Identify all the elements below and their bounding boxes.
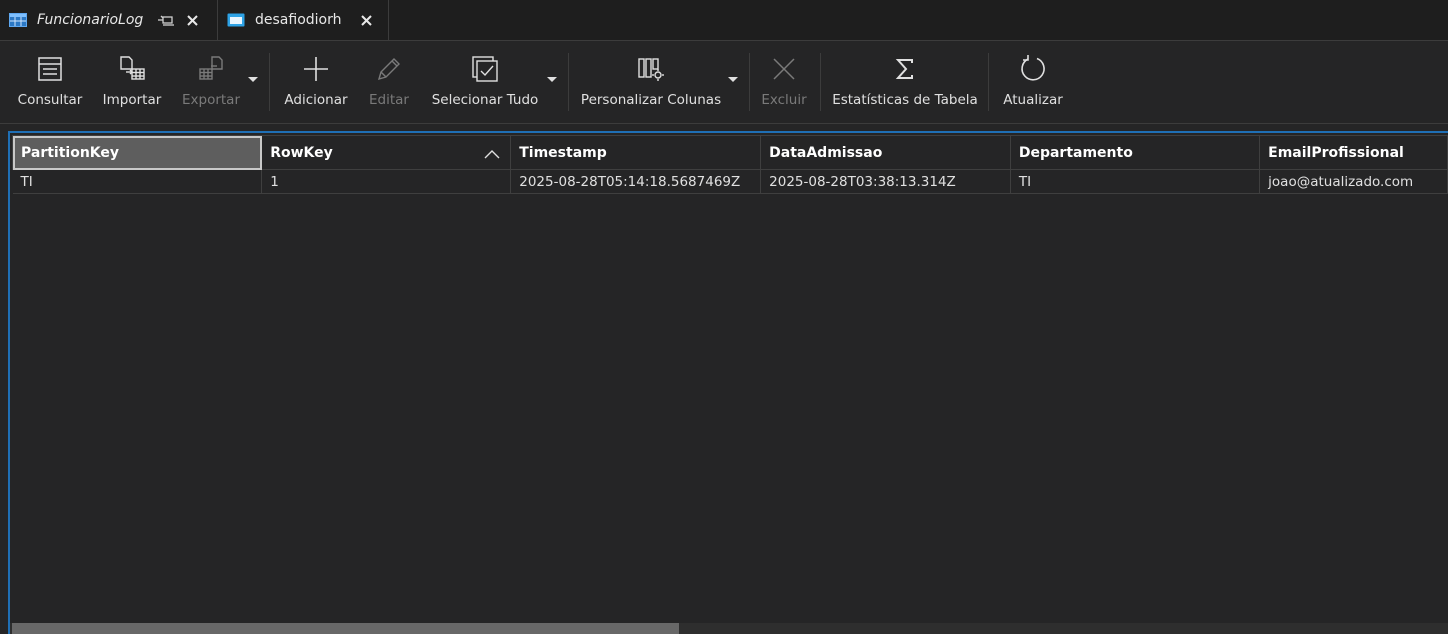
editar-button[interactable]: Editar <box>367 53 411 113</box>
horizontal-scrollbar[interactable] <box>10 623 1448 634</box>
table-cell[interactable]: 1 <box>261 169 512 194</box>
column-header-partitionkey[interactable]: PartitionKey <box>11 135 263 170</box>
tab-label: desafiodiorh <box>255 12 342 28</box>
tab-funcionariolog[interactable]: FuncionarioLog <box>0 0 218 40</box>
tab-strip: FuncionarioLog desafiodiorh <box>0 0 1448 41</box>
select-all-icon <box>469 53 501 85</box>
atualizar-button[interactable]: Atualizar <box>1002 53 1064 113</box>
tab-desafiodiorh[interactable]: desafiodiorh <box>218 0 389 40</box>
personalizar-colunas-label: Personalizar Colunas <box>580 92 722 108</box>
column-header-timestamp[interactable]: Timestamp <box>510 135 762 170</box>
data-grid[interactable]: PartitionKey RowKey Timestamp DataAdmiss… <box>8 131 1448 634</box>
query-icon <box>34 53 66 85</box>
toolbar-divider <box>269 53 270 111</box>
importar-label: Importar <box>102 92 162 108</box>
selecionar-tudo-label: Selecionar Tudo <box>431 92 539 108</box>
export-icon <box>195 53 227 85</box>
exportar-dropdown-icon[interactable] <box>247 73 259 85</box>
table-header-row: PartitionKey RowKey Timestamp DataAdmiss… <box>11 135 1448 170</box>
exportar-label: Exportar <box>181 92 240 108</box>
toolbar-divider <box>749 53 750 111</box>
column-header-label: RowKey <box>270 144 333 161</box>
toolbar: Consultar Importar Exportar Adicionar Ed… <box>0 41 1448 124</box>
table-cell[interactable]: TI <box>12 169 263 194</box>
column-header-emailprofissional[interactable]: EmailProfissional <box>1259 135 1448 170</box>
table-cell[interactable]: joao@atualizado.com <box>1259 169 1448 194</box>
column-header-dataadmissao[interactable]: DataAdmissao <box>760 135 1011 170</box>
selecionar-dropdown-icon[interactable] <box>546 73 558 85</box>
atualizar-label: Atualizar <box>1003 92 1063 108</box>
scrollbar-thumb[interactable] <box>12 623 679 634</box>
importar-button[interactable]: Importar <box>101 53 163 113</box>
import-icon <box>116 53 148 85</box>
excluir-label: Excluir <box>761 92 807 108</box>
entity-table: PartitionKey RowKey Timestamp DataAdmiss… <box>11 135 1448 194</box>
adicionar-label: Adicionar <box>284 92 348 108</box>
estatisticas-button[interactable]: Estatísticas de Tabela <box>832 53 978 113</box>
table-row[interactable]: TI 1 2025-08-28T05:14:18.5687469Z 2025-0… <box>12 169 1448 194</box>
consultar-label: Consultar <box>17 92 83 108</box>
column-header-rowkey[interactable]: RowKey <box>261 135 512 170</box>
sort-ascending-icon <box>484 147 500 163</box>
estatisticas-label: Estatísticas de Tabela <box>832 92 978 108</box>
personalizar-dropdown-icon[interactable] <box>727 73 739 85</box>
columns-settings-icon <box>635 53 667 85</box>
personalizar-colunas-button[interactable]: Personalizar Colunas <box>580 53 722 113</box>
table-cell[interactable]: TI <box>1010 169 1261 194</box>
delete-x-icon <box>768 53 800 85</box>
editar-label: Editar <box>369 92 409 108</box>
exportar-button[interactable]: Exportar <box>181 53 241 113</box>
close-icon[interactable] <box>185 13 199 27</box>
pencil-icon <box>373 53 405 85</box>
refresh-icon <box>1017 53 1049 85</box>
tab-label: FuncionarioLog <box>37 12 144 28</box>
adicionar-button[interactable]: Adicionar <box>283 53 349 113</box>
table-cell[interactable]: 2025-08-28T05:14:18.5687469Z <box>510 169 762 194</box>
table-cell[interactable]: 2025-08-28T03:38:13.314Z <box>760 169 1011 194</box>
close-icon[interactable] <box>359 13 373 27</box>
storage-account-icon <box>227 13 245 27</box>
excluir-button[interactable]: Excluir <box>761 53 807 113</box>
pin-icon[interactable] <box>157 13 175 27</box>
toolbar-divider <box>988 53 989 111</box>
selecionar-tudo-button[interactable]: Selecionar Tudo <box>430 53 540 113</box>
consultar-button[interactable]: Consultar <box>18 53 82 113</box>
column-header-departamento[interactable]: Departamento <box>1009 135 1261 170</box>
toolbar-divider <box>820 53 821 111</box>
toolbar-divider <box>568 53 569 111</box>
sigma-icon <box>889 53 921 85</box>
plus-icon <box>300 53 332 85</box>
table-icon <box>9 13 27 27</box>
